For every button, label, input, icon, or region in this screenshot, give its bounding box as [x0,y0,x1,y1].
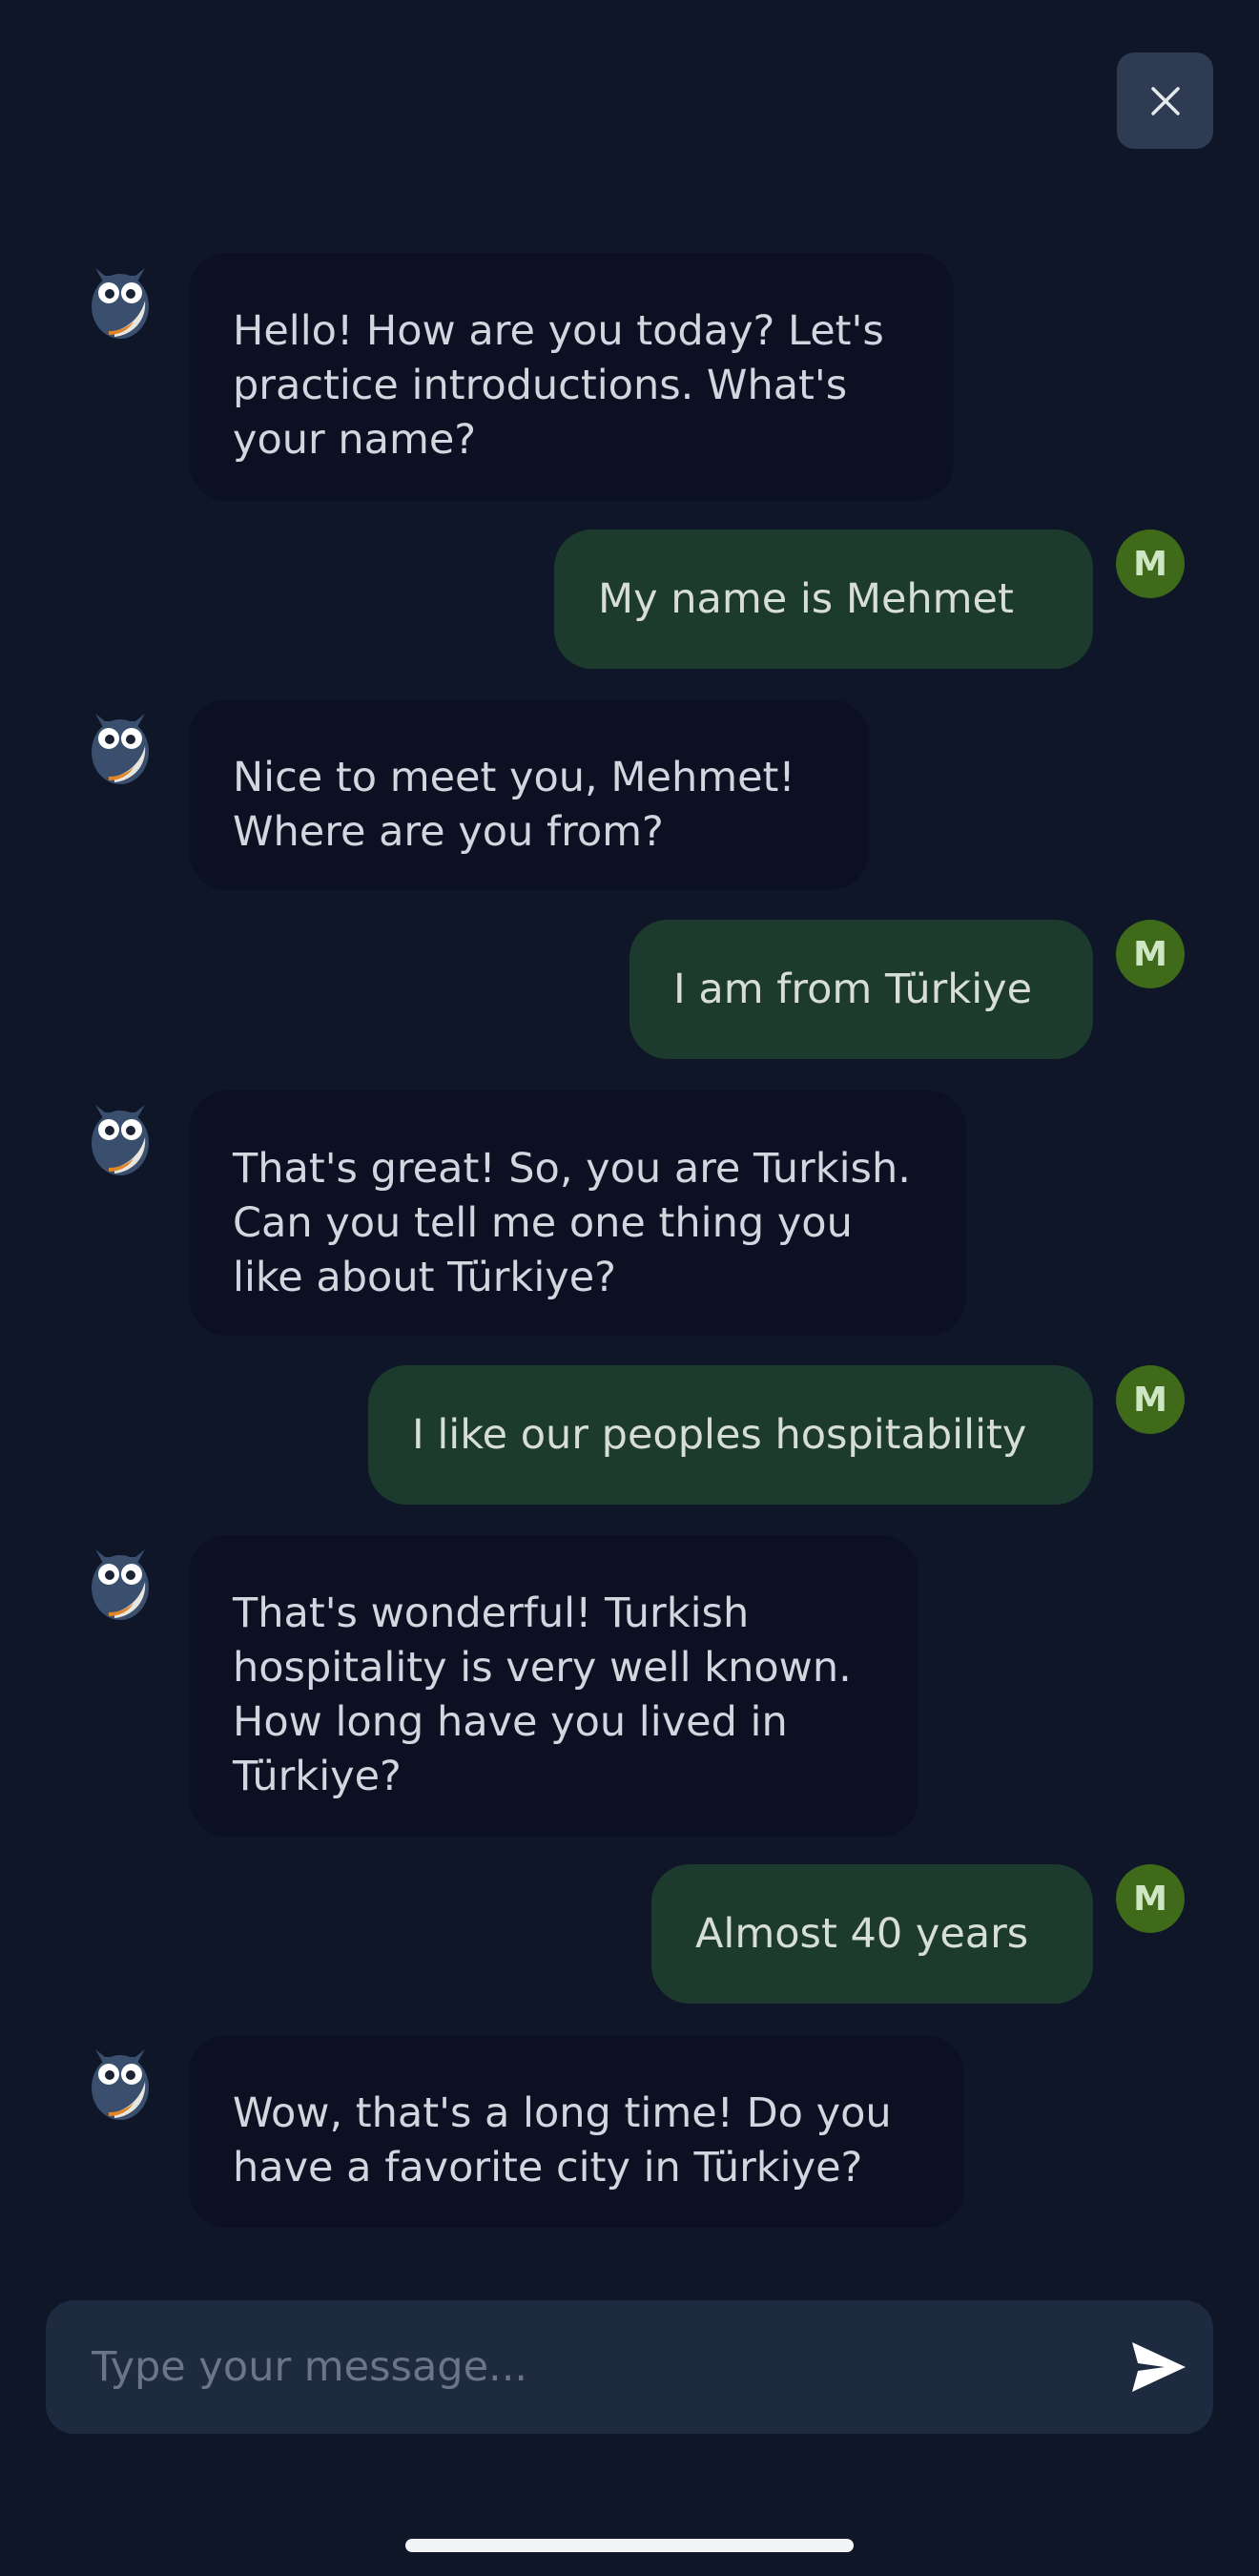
message-line: How long have you lived in [233,1698,788,1746]
message-line: That's wonderful! Turkish [233,1589,750,1637]
message-text: My name is Mehmet [598,574,1014,623]
message-line: Türkiye? [233,1753,402,1800]
user-message-bubble: I am from Türkiye [630,920,1093,1059]
home-indicator [405,2539,854,2552]
message-composer [46,2300,1213,2434]
message-text: Almost 40 years [695,1909,1029,1958]
user-avatar: M [1116,530,1185,598]
message-line: Where are you from? [233,808,664,856]
message-line: your name? [233,416,477,464]
message-line: Can you tell me one thing you [233,1199,853,1247]
message-line: hospitality is very well known. [233,1644,852,1692]
user-message-bubble: My name is Mehmet [554,530,1093,669]
message-line: Nice to meet you, Mehmet! [233,754,795,801]
message-line: practice introductions. What's [233,362,848,409]
chat-screen: Hello! How are you today? Let's practice… [0,0,1259,2576]
bot-message-bubble: Nice to meet you, Mehmet! Where are you … [189,699,869,890]
owl-icon [92,1105,149,1175]
user-message-bubble: Almost 40 years [651,1864,1093,2004]
user-avatar: M [1116,1365,1185,1434]
message-list: Hello! How are you today? Let's practice… [0,0,1259,2576]
message-line: like about Türkiye? [233,1254,616,1301]
owl-icon [92,268,149,339]
bot-message-bubble: Wow, that's a long time! Do you have a f… [189,2035,964,2228]
owl-icon [92,2049,149,2120]
message-text: I am from Türkiye [673,965,1033,1013]
bot-message-bubble: Hello! How are you today? Let's practice… [189,253,954,501]
user-message-bubble: I like our peoples hospitability [368,1365,1093,1505]
avatar-initial: M [1133,934,1167,974]
message-line: That's great! So, you are Turkish. [233,1145,911,1193]
send-icon[interactable] [1128,2338,1189,2396]
avatar-initial: M [1133,1879,1167,1919]
owl-icon [92,714,149,784]
owl-icon [92,1549,149,1620]
message-input[interactable] [92,2300,1074,2434]
message-line: have a favorite city in Türkiye? [233,2144,863,2192]
avatar-initial: M [1133,1380,1167,1420]
bot-message-bubble: That's wonderful! Turkish hospitality is… [189,1535,918,1837]
avatar-initial: M [1133,544,1167,584]
message-text: I like our peoples hospitability [412,1410,1027,1459]
message-line: Hello! How are you today? Let's [233,307,884,355]
user-avatar: M [1116,920,1185,988]
user-avatar: M [1116,1864,1185,1933]
bot-message-bubble: That's great! So, you are Turkish. Can y… [189,1091,966,1336]
message-line: Wow, that's a long time! Do you [233,2089,892,2137]
